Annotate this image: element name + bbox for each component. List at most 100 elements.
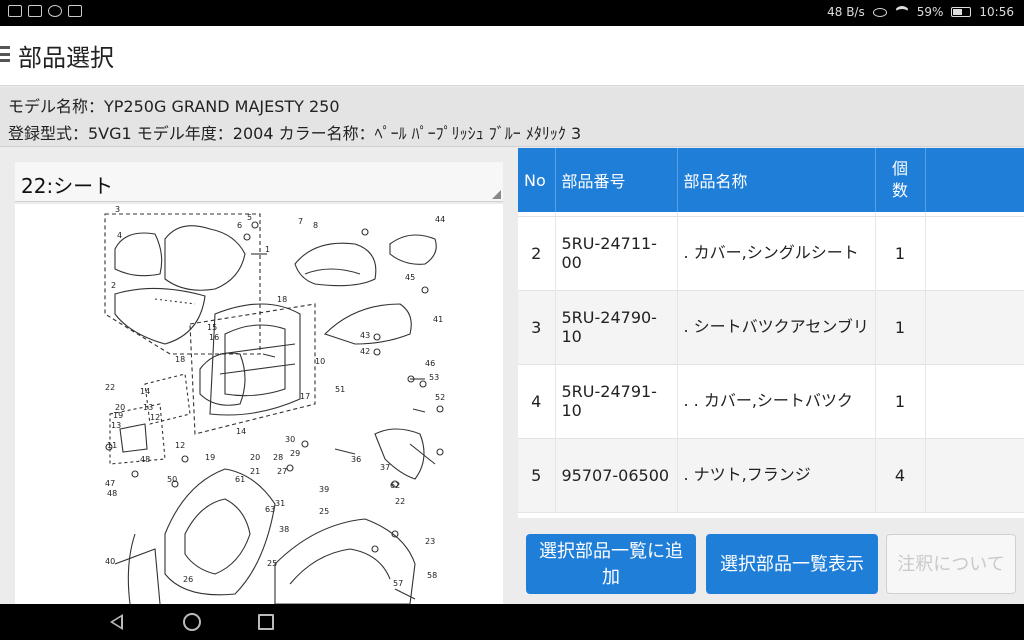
menu-icon[interactable] xyxy=(0,46,10,62)
svg-text:22: 22 xyxy=(395,497,405,506)
row-qty: 1 xyxy=(875,216,926,290)
row-part-name: . . カバー,シートバツク xyxy=(677,364,876,438)
row-part-name: . シートバツクアセンブリ xyxy=(677,290,876,364)
svg-text:40: 40 xyxy=(105,557,115,566)
row-no: 2 xyxy=(518,216,556,290)
model-details-line: 登録型式：5VG1 モデル年度：2004 カラー名称：ﾍﾟｰﾙ ﾊﾟｰﾌﾟﾘｯｼ… xyxy=(8,124,582,143)
qty-header-label: 個数 xyxy=(891,159,908,200)
row-part-name: . カバー,シングルシート xyxy=(677,216,876,290)
column-header-part-name: 部品名称 xyxy=(677,148,876,212)
parts-table: No 部品番号 部品名称 個数 2 5RU-24711-00 . カバー,シング… xyxy=(518,148,1024,518)
row-blank xyxy=(925,216,1024,290)
svg-text:46: 46 xyxy=(425,359,435,368)
show-selection-button[interactable]: 選択部品一覧表示 xyxy=(706,534,878,594)
svg-text:58: 58 xyxy=(427,571,437,580)
system-nav-bar xyxy=(0,604,1024,640)
svg-text:17: 17 xyxy=(300,392,310,401)
add-to-selection-button[interactable]: 選択部品一覧に追加 xyxy=(526,534,696,594)
row-qty: 1 xyxy=(875,364,926,438)
svg-text:62: 62 xyxy=(390,481,400,490)
home-icon[interactable] xyxy=(183,613,201,631)
system-indicators: 48 B/s 59% 10:56 xyxy=(827,5,1014,19)
svg-text:7: 7 xyxy=(298,217,303,226)
svg-text:11: 11 xyxy=(107,441,117,450)
svg-text:4: 4 xyxy=(117,231,122,240)
parts-diagram[interactable]: 356 412 7 8 44 45 18 41 15 16 18 43 42 46 10 53 22… xyxy=(15,204,503,604)
recent-apps-icon[interactable] xyxy=(258,614,274,630)
svg-text:13: 13 xyxy=(143,403,153,412)
column-header-qty: 個数 xyxy=(875,148,926,212)
crown-icon xyxy=(68,5,82,17)
svg-text:19: 19 xyxy=(113,411,123,420)
svg-text:36: 36 xyxy=(351,455,361,464)
section-dropdown[interactable]: 22:シート xyxy=(15,162,503,202)
table-row[interactable]: 4 5RU-24791-10 . . カバー,シートバツク 1 xyxy=(518,364,1024,438)
app-bar: 部品選択 xyxy=(0,26,1024,86)
svg-text:63: 63 xyxy=(265,505,275,514)
svg-text:42: 42 xyxy=(360,347,370,356)
back-icon[interactable] xyxy=(110,614,123,630)
svg-text:6: 6 xyxy=(237,221,242,230)
battery-icon xyxy=(951,7,972,17)
svg-text:22: 22 xyxy=(105,383,115,392)
svg-text:44: 44 xyxy=(435,215,445,224)
row-part-name: . ナツト,フランジ xyxy=(677,438,876,512)
svg-text:57: 57 xyxy=(393,579,403,588)
table-header-row: No 部品番号 部品名称 個数 xyxy=(518,148,1024,212)
table-row[interactable]: 5 95707-06500 . ナツト,フランジ 4 xyxy=(518,438,1024,512)
sc-icon xyxy=(28,5,42,17)
row-blank xyxy=(925,364,1024,438)
diagram-panel: 22:シート 3 5 6 4 1 2 7 8 44 45 18 41 15 16… xyxy=(0,148,516,604)
svg-text:18: 18 xyxy=(175,355,185,364)
table-row[interactable]: 3 5RU-24790-10 . シートバツクアセンブリ 1 xyxy=(518,290,1024,364)
table-row[interactable]: 2 5RU-24711-00 . カバー,シングルシート 1 xyxy=(518,216,1024,290)
svg-text:48: 48 xyxy=(107,489,117,498)
svg-text:20: 20 xyxy=(250,453,260,462)
row-qty: 1 xyxy=(875,290,926,364)
svg-text:50: 50 xyxy=(167,475,177,484)
svg-text:16: 16 xyxy=(209,333,219,342)
svg-text:12: 12 xyxy=(150,413,160,422)
column-header-no: No xyxy=(518,148,556,212)
row-no: 4 xyxy=(518,364,556,438)
svg-text:3: 3 xyxy=(115,205,120,214)
svg-text:48: 48 xyxy=(140,455,150,464)
svg-text:27: 27 xyxy=(277,467,287,476)
row-part-number: 5RU-24711-00 xyxy=(555,216,678,290)
section-dropdown-label: 22:シート xyxy=(21,174,114,198)
svg-text:52: 52 xyxy=(435,393,445,402)
row-part-number: 5RU-24791-10 xyxy=(555,364,678,438)
model-info: モデル名称：YP250G GRAND MAJESTY 250 登録型式：5VG1… xyxy=(0,87,1024,147)
dropdown-arrow-icon xyxy=(492,190,501,199)
eye-icon xyxy=(872,7,887,17)
exploded-view-drawing: 356 412 7 844 451841 151618 434246 105322… xyxy=(104,205,445,604)
row-no: 5 xyxy=(518,438,556,512)
status-bar: 48 B/s 59% 10:56 xyxy=(0,0,1024,26)
svg-text:38: 38 xyxy=(279,525,289,534)
row-part-number: 5RU-24790-10 xyxy=(555,290,678,364)
row-no: 3 xyxy=(518,290,556,364)
notification-icons xyxy=(8,5,82,17)
svg-text:2: 2 xyxy=(111,281,116,290)
svg-text:28: 28 xyxy=(273,453,283,462)
svg-text:15: 15 xyxy=(207,323,217,332)
notes-button[interactable]: 注釈について xyxy=(886,534,1016,594)
svg-text:29: 29 xyxy=(290,449,300,458)
svg-text:12: 12 xyxy=(175,441,185,450)
svg-text:14: 14 xyxy=(236,427,246,436)
svg-text:21: 21 xyxy=(250,467,260,476)
svg-text:23: 23 xyxy=(425,537,435,546)
svg-text:37: 37 xyxy=(380,463,390,472)
wifi-icon xyxy=(894,6,909,18)
svg-text:26: 26 xyxy=(183,575,193,584)
page-title: 部品選択 xyxy=(18,44,114,72)
battery-percent: 59% xyxy=(916,5,944,19)
svg-text:51: 51 xyxy=(335,385,345,394)
row-blank xyxy=(925,438,1024,512)
action-bar: 選択部品一覧に追加 選択部品一覧表示 注釈について xyxy=(518,518,1024,604)
parts-table-grid: No 部品番号 部品名称 個数 2 5RU-24711-00 . カバー,シング… xyxy=(518,148,1024,513)
svg-text:1: 1 xyxy=(265,245,270,254)
svg-text:14: 14 xyxy=(140,387,150,396)
svg-text:10: 10 xyxy=(315,357,325,366)
svg-text:47: 47 xyxy=(105,479,115,488)
